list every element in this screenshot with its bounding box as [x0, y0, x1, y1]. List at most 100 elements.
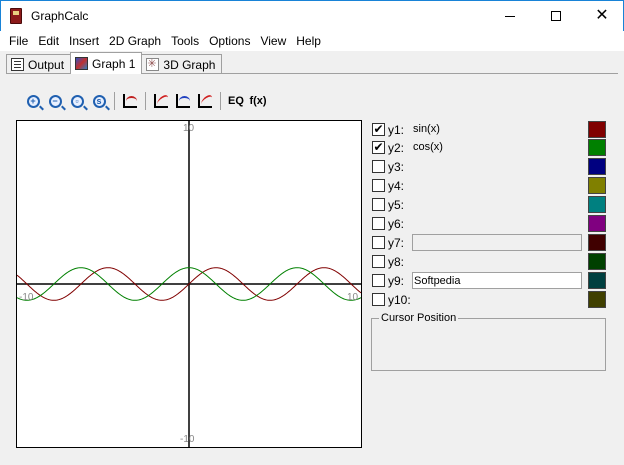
tab-3d-graph-label: 3D Graph	[163, 57, 216, 72]
title-bar: GraphCalc ✕	[0, 0, 624, 31]
menu-help[interactable]: Help	[291, 31, 326, 51]
function-row-y6: y6:	[370, 214, 610, 233]
integrate-button[interactable]	[194, 90, 216, 112]
tangent-button[interactable]	[172, 90, 194, 112]
menu-options[interactable]: Options	[204, 31, 255, 51]
color-swatch[interactable]	[588, 291, 606, 308]
color-swatch[interactable]	[588, 121, 606, 138]
function-expression[interactable]	[412, 234, 582, 251]
zoom-out-icon: −	[48, 94, 62, 108]
function-button[interactable]: f(x)	[247, 90, 269, 112]
zoom-in-button[interactable]: +	[22, 90, 44, 112]
y10-checkbox[interactable]	[372, 293, 385, 306]
y5-checkbox[interactable]	[372, 198, 385, 211]
tab-graph-1-label: Graph 1	[92, 56, 136, 71]
menu-edit[interactable]: Edit	[33, 31, 64, 51]
window-title: GraphCalc	[31, 9, 89, 23]
function-expression[interactable]: cos(x)	[412, 139, 582, 156]
menu-file[interactable]: File	[4, 31, 33, 51]
function-row-y10: y10:	[370, 290, 610, 309]
tab-output-label: Output	[28, 57, 65, 72]
function-expression[interactable]	[412, 253, 582, 270]
close-button[interactable]: ✕	[579, 1, 624, 31]
menu-2d-graph[interactable]: 2D Graph	[104, 31, 166, 51]
menu-insert[interactable]: Insert	[64, 31, 104, 51]
minimize-button[interactable]	[487, 1, 533, 31]
minimize-icon	[505, 15, 515, 17]
graph-properties-button[interactable]	[119, 90, 141, 112]
color-swatch[interactable]	[588, 139, 606, 156]
zoom-box-button[interactable]: ▫	[66, 90, 88, 112]
function-expression[interactable]	[412, 215, 582, 232]
function-expression-input[interactable]: Softpedia	[412, 272, 582, 289]
function-expression[interactable]	[412, 291, 582, 308]
graph-toolbar: + − ▫ s EQ f(x)	[22, 89, 269, 113]
graph-3d-icon	[146, 57, 160, 71]
function-row-y2: ✔ y2: cos(x)	[370, 138, 610, 157]
graph-icon	[75, 57, 89, 70]
cursor-position-label: Cursor Position	[379, 312, 459, 324]
color-swatch[interactable]	[588, 234, 606, 251]
graph-canvas[interactable]: 10 -10 -10 10	[16, 120, 362, 448]
y-max-label: 10	[183, 123, 195, 134]
function-row-y1: ✔ y1: sin(x)	[370, 120, 610, 139]
equation-button[interactable]: EQ	[225, 90, 247, 112]
function-label: f(x)	[249, 95, 267, 107]
zoom-box-icon: ▫	[70, 94, 84, 108]
zoom-standard-icon: s	[92, 94, 106, 108]
function-name: y9:	[388, 273, 405, 288]
color-swatch[interactable]	[588, 196, 606, 213]
function-name: y10:	[388, 292, 411, 307]
function-name: y1:	[388, 122, 405, 137]
function-expression[interactable]: sin(x)	[412, 121, 582, 138]
tab-output[interactable]: Output	[6, 54, 72, 74]
color-swatch[interactable]	[588, 177, 606, 194]
x-max-label: 10	[347, 292, 359, 303]
y-min-label: -10	[180, 434, 195, 445]
tangent-icon	[176, 94, 190, 108]
y2-checkbox[interactable]: ✔	[372, 141, 385, 154]
evaluate-icon	[154, 94, 168, 108]
color-swatch[interactable]	[588, 215, 606, 232]
color-swatch[interactable]	[588, 158, 606, 175]
menu-tools[interactable]: Tools	[166, 31, 204, 51]
zoom-standard-button[interactable]: s	[88, 90, 110, 112]
function-name: y4:	[388, 178, 405, 193]
y4-checkbox[interactable]	[372, 179, 385, 192]
function-row-y9: y9: Softpedia	[370, 271, 610, 290]
toolbar-separator	[114, 92, 115, 110]
tab-3d-graph[interactable]: 3D Graph	[141, 54, 223, 74]
tab-graph-1[interactable]: Graph 1	[70, 52, 143, 74]
function-expression[interactable]	[412, 177, 582, 194]
y3-checkbox[interactable]	[372, 160, 385, 173]
y8-checkbox[interactable]	[372, 255, 385, 268]
function-name: y3:	[388, 159, 405, 174]
function-expression[interactable]	[412, 196, 582, 213]
y9-checkbox[interactable]	[372, 274, 385, 287]
menu-view[interactable]: View	[255, 31, 291, 51]
integrate-icon	[198, 94, 212, 108]
function-row-y7: y7:	[370, 233, 610, 252]
toolbar-separator	[220, 92, 221, 110]
function-name: y7:	[388, 235, 405, 250]
maximize-icon	[551, 11, 561, 21]
evaluate-button[interactable]	[150, 90, 172, 112]
function-row-y3: y3:	[370, 157, 610, 176]
y1-checkbox[interactable]: ✔	[372, 123, 385, 136]
y7-checkbox[interactable]	[372, 236, 385, 249]
zoom-out-button[interactable]: −	[44, 90, 66, 112]
function-expression[interactable]	[412, 158, 582, 175]
calculator-icon	[10, 8, 22, 24]
function-name: y8:	[388, 254, 405, 269]
y6-checkbox[interactable]	[372, 217, 385, 230]
color-swatch[interactable]	[588, 253, 606, 270]
x-min-label: -10	[19, 292, 34, 303]
function-row-y8: y8:	[370, 252, 610, 271]
function-name: y2:	[388, 140, 405, 155]
toolbar-separator	[145, 92, 146, 110]
function-name: y5:	[388, 197, 405, 212]
graph-plot	[17, 121, 361, 447]
color-swatch[interactable]	[588, 272, 606, 289]
cursor-position-group: Cursor Position	[371, 312, 606, 371]
maximize-button[interactable]	[533, 1, 579, 31]
